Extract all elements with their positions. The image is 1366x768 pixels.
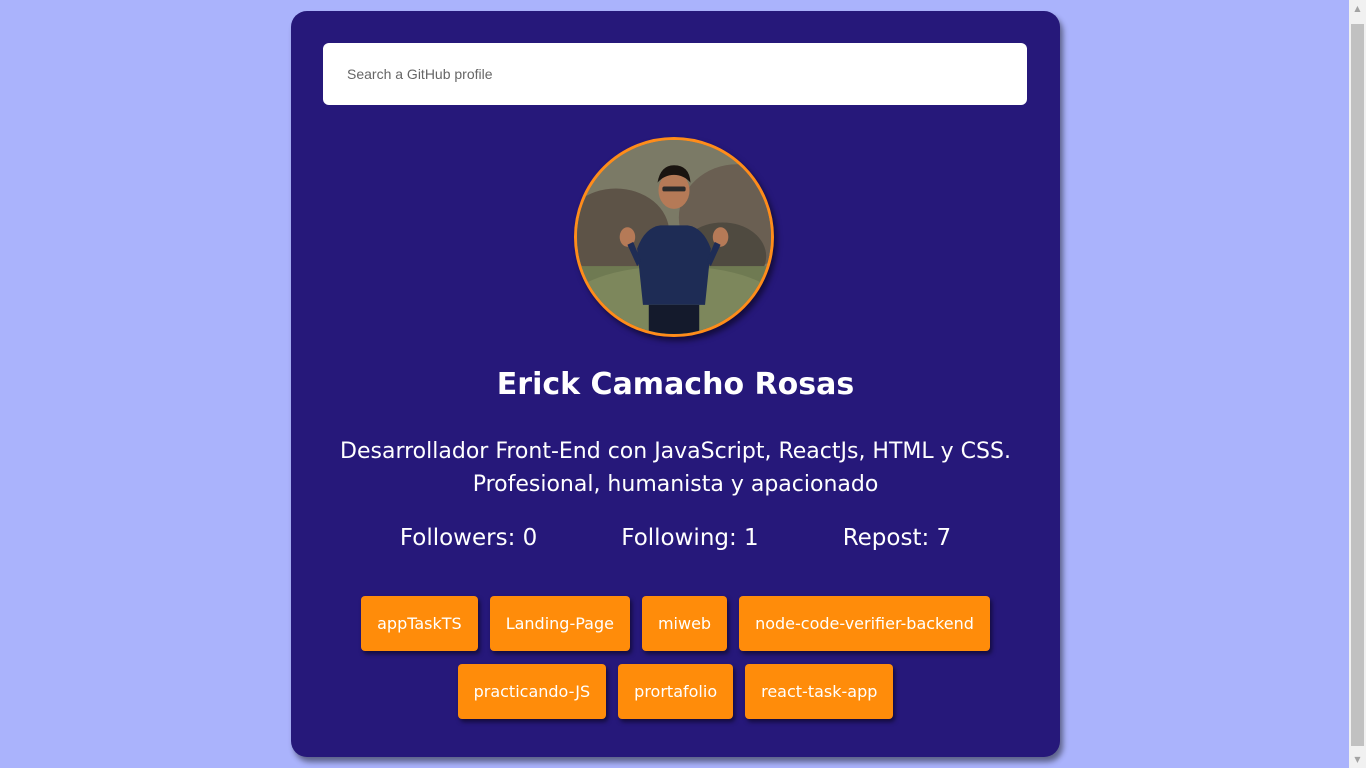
avatar: [574, 137, 774, 337]
scroll-up-arrow-icon[interactable]: ▲: [1349, 0, 1366, 17]
repo-button[interactable]: prortafolio: [618, 664, 734, 719]
repo-button[interactable]: Landing-Page: [489, 596, 630, 651]
repo-button[interactable]: practicando-JS: [457, 664, 607, 719]
repo-button[interactable]: appTaskTS: [361, 596, 478, 651]
following-count: Following: 1: [621, 525, 759, 551]
repo-button[interactable]: node-code-verifier-backend: [739, 596, 990, 651]
profile-stats: Followers: 0 Following: 1 Repost: 7: [291, 525, 1060, 551]
scrollbar-thumb[interactable]: [1351, 24, 1364, 746]
repo-button[interactable]: react-task-app: [745, 664, 894, 719]
repo-button[interactable]: miweb: [641, 596, 728, 651]
page-scrollbar[interactable]: ▲ ▼: [1349, 0, 1366, 768]
followers-count: Followers: 0: [399, 525, 538, 551]
repost-count: Repost: 7: [842, 525, 952, 551]
profile-card: Erick Camacho Rosas Desarrollador Front-…: [291, 11, 1060, 757]
profile-bio: Desarrollador Front-End con JavaScript, …: [340, 439, 1011, 497]
repo-list: appTaskTS Landing-Page miweb node-code-v…: [351, 596, 1000, 719]
search-input[interactable]: [323, 43, 1027, 105]
scroll-down-arrow-icon[interactable]: ▼: [1349, 751, 1366, 768]
profile-name: Erick Camacho Rosas: [496, 367, 855, 402]
avatar-photo-icon: [577, 140, 771, 334]
